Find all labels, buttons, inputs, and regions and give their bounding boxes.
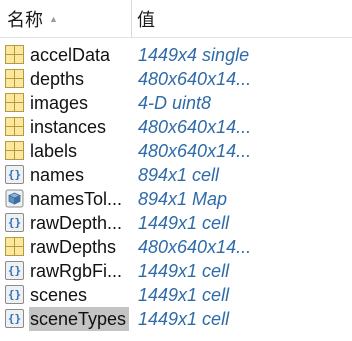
variable-value: 480x640x14...	[138, 141, 252, 161]
variable-value: 1449x1 cell	[138, 309, 230, 329]
variable-row[interactable]: {} sceneTypes 1449x1 cell	[0, 307, 352, 331]
variable-name-cell[interactable]: images	[0, 91, 136, 115]
map-icon	[5, 189, 24, 208]
workspace-panel: 名称 ▲ 值 accelData 1449x4 single depths 480x6…	[0, 0, 352, 341]
column-divider[interactable]	[131, 0, 132, 38]
value-column-header[interactable]: 值	[137, 0, 352, 38]
value-column-label: 值	[137, 10, 155, 30]
variable-row[interactable]: labels 480x640x14...	[0, 139, 352, 163]
matrix-icon	[5, 141, 24, 160]
column-header: 名称 ▲ 值	[0, 0, 352, 38]
variable-row[interactable]: {} rawRgbFi... 1449x1 cell	[0, 259, 352, 283]
variable-name-cell[interactable]: {} rawRgbFi...	[0, 259, 136, 283]
variable-value: 1449x4 single	[138, 45, 250, 65]
variable-name-cell[interactable]: {} scenes	[0, 283, 136, 307]
variable-name: rawDepth...	[30, 213, 123, 233]
variable-name-cell[interactable]: {} names	[0, 163, 136, 187]
matrix-icon	[5, 93, 24, 112]
variable-name: scenes	[30, 285, 88, 305]
variable-row[interactable]: namesTol... 894x1 Map	[0, 187, 352, 211]
variable-value: 1449x1 cell	[138, 285, 230, 305]
cell-icon: {}	[5, 309, 24, 328]
variable-name: depths	[30, 69, 85, 89]
variable-name: names	[30, 165, 85, 185]
cell-icon: {}	[5, 285, 24, 304]
variable-name-cell[interactable]: {} sceneTypes	[0, 307, 136, 331]
variable-name: labels	[30, 141, 78, 161]
variable-value: 1449x1 cell	[138, 213, 230, 233]
variable-value: 894x1 Map	[138, 189, 228, 209]
variable-name-cell[interactable]: labels	[0, 139, 136, 163]
variable-name: accelData	[30, 45, 111, 65]
variable-name-cell[interactable]: rawDepths	[0, 235, 136, 259]
variable-value: 4-D uint8	[138, 93, 212, 113]
cell-icon: {}	[5, 261, 24, 280]
name-column-label: 名称	[7, 10, 43, 30]
variable-name-cell[interactable]: instances	[0, 115, 136, 139]
matrix-icon	[5, 45, 24, 64]
variable-name: rawRgbFi...	[30, 261, 123, 281]
variable-row[interactable]: rawDepths 480x640x14...	[0, 235, 352, 259]
variable-name: namesTol...	[30, 189, 123, 209]
variable-row[interactable]: instances 480x640x14...	[0, 115, 352, 139]
cell-icon: {}	[5, 165, 24, 184]
matrix-icon	[5, 69, 24, 88]
variable-name: rawDepths	[30, 237, 117, 257]
variable-row[interactable]: {} rawDepth... 1449x1 cell	[0, 211, 352, 235]
name-column-header[interactable]: 名称 ▲	[7, 0, 129, 38]
variable-value: 1449x1 cell	[138, 261, 230, 281]
variable-value: 480x640x14...	[138, 117, 252, 137]
variable-value: 894x1 cell	[138, 165, 220, 185]
variable-name-cell[interactable]: depths	[0, 67, 136, 91]
variable-name: images	[30, 93, 89, 113]
variable-list: accelData 1449x4 single depths 480x640x14..…	[0, 43, 352, 331]
variable-value: 480x640x14...	[138, 69, 252, 89]
variable-name: sceneTypes	[29, 307, 130, 331]
variable-name-cell[interactable]: accelData	[0, 43, 136, 67]
sort-ascending-icon: ▲	[49, 13, 58, 24]
variable-row[interactable]: {} scenes 1449x1 cell	[0, 283, 352, 307]
cell-icon: {}	[5, 213, 24, 232]
variable-name-cell[interactable]: {} rawDepth...	[0, 211, 136, 235]
variable-row[interactable]: depths 480x640x14...	[0, 67, 352, 91]
variable-name: instances	[30, 117, 107, 137]
matrix-icon	[5, 117, 24, 136]
variable-row[interactable]: {} names 894x1 cell	[0, 163, 352, 187]
matrix-icon	[5, 237, 24, 256]
variable-row[interactable]: accelData 1449x4 single	[0, 43, 352, 67]
variable-row[interactable]: images 4-D uint8	[0, 91, 352, 115]
variable-value: 480x640x14...	[138, 237, 252, 257]
variable-name-cell[interactable]: namesTol...	[0, 187, 136, 211]
